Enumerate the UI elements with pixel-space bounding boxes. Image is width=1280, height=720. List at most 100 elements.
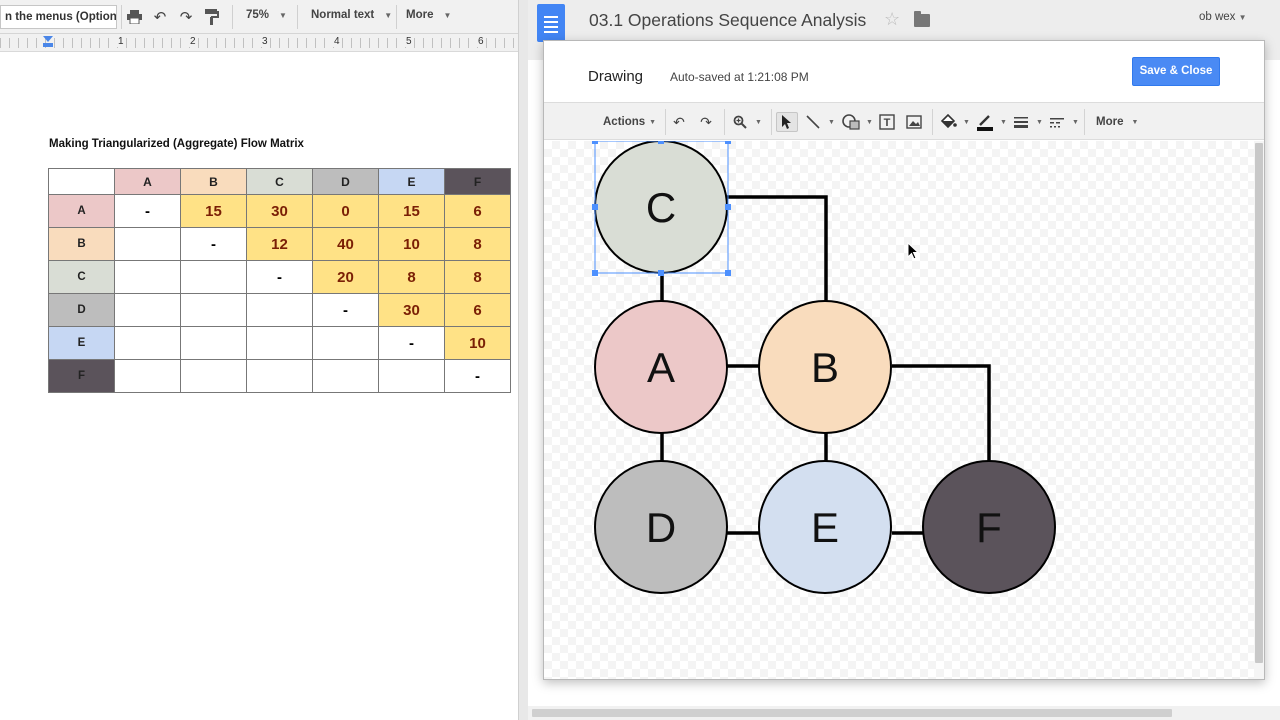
ruler[interactable]: 1 2 3 4 5 6 bbox=[0, 34, 528, 52]
flow-matrix-table: A B C D E F A - 15 30 0 15 6 B - 12 40 1… bbox=[48, 168, 511, 393]
autosave-status: Auto-saved at 1:21:08 PM bbox=[670, 70, 809, 84]
fill-color-icon[interactable] bbox=[937, 112, 959, 132]
account-menu[interactable]: ob wex ▼ bbox=[1199, 11, 1247, 23]
node-d[interactable]: D bbox=[594, 460, 728, 594]
matrix-cell bbox=[114, 293, 181, 327]
toolbar-separator bbox=[771, 109, 772, 135]
table-row: F - bbox=[48, 359, 511, 393]
scrollbar-thumb[interactable] bbox=[532, 709, 1172, 717]
actions-label: Actions bbox=[603, 116, 646, 128]
matrix-cell bbox=[114, 359, 181, 393]
search-menus-input[interactable]: n the menus (Option+ bbox=[0, 5, 117, 29]
ruler-number: 1 bbox=[117, 36, 125, 47]
chevron-down-icon[interactable]: ▼ bbox=[751, 113, 762, 131]
folder-icon[interactable] bbox=[914, 11, 930, 27]
toolbar-separator bbox=[724, 109, 725, 135]
connector-b-f[interactable] bbox=[892, 364, 991, 461]
first-line-indent-marker[interactable] bbox=[43, 43, 53, 47]
chevron-down-icon[interactable]: ▼ bbox=[1068, 113, 1079, 131]
chevron-down-icon[interactable]: ▼ bbox=[996, 113, 1007, 131]
style-select[interactable]: Normal text ▼ bbox=[311, 9, 392, 25]
line-icon[interactable] bbox=[802, 112, 824, 132]
document-title[interactable]: 03.1 Operations Sequence Analysis bbox=[589, 10, 866, 31]
matrix-cell: 8 bbox=[444, 227, 511, 261]
drawing-surface[interactable]: C A B D E F bbox=[544, 141, 1254, 679]
undo-icon[interactable]: ↶ bbox=[668, 112, 690, 132]
matrix-cell: - bbox=[114, 194, 181, 228]
toolbar-separator bbox=[232, 5, 233, 29]
paint-format-icon[interactable] bbox=[203, 8, 221, 26]
page-horizontal-scrollbar[interactable] bbox=[528, 706, 1280, 720]
column-header: E bbox=[378, 168, 445, 195]
chevron-down-icon[interactable]: ▼ bbox=[824, 113, 835, 131]
dialog-title: Drawing bbox=[588, 68, 644, 85]
redo-icon[interactable]: ↷ bbox=[695, 112, 717, 132]
matrix-cell bbox=[246, 326, 313, 360]
table-row: B - 12 40 10 8 bbox=[48, 227, 511, 261]
chevron-down-icon: ▼ bbox=[443, 11, 452, 20]
node-c[interactable]: C bbox=[594, 141, 728, 274]
line-weight-icon[interactable] bbox=[1010, 112, 1032, 132]
select-icon[interactable] bbox=[776, 112, 798, 132]
scrollbar-thumb[interactable] bbox=[1255, 143, 1263, 663]
node-f[interactable]: F bbox=[922, 460, 1056, 594]
column-header: F bbox=[444, 168, 511, 195]
chevron-down-icon[interactable]: ▼ bbox=[1032, 113, 1043, 131]
node-label: A bbox=[647, 344, 675, 391]
toolbar-separator bbox=[1084, 109, 1085, 135]
connector-c-b[interactable] bbox=[727, 195, 828, 301]
line-dash-icon[interactable] bbox=[1046, 112, 1068, 132]
image-icon[interactable] bbox=[903, 112, 925, 132]
node-label: F bbox=[976, 504, 1002, 551]
matrix-cell: 6 bbox=[444, 293, 511, 327]
zoom-select[interactable]: 75% ▼ bbox=[246, 9, 287, 25]
chevron-down-icon[interactable]: ▼ bbox=[862, 113, 873, 131]
redo-icon[interactable]: ↷ bbox=[177, 8, 195, 26]
document-pane: n the menus (Option+ ↶ ↷ 75% ▼ Normal tex… bbox=[0, 0, 528, 720]
actions-menu[interactable]: Actions ▼ bbox=[603, 113, 656, 131]
drawing-dialog: Drawing Auto-saved at 1:21:08 PM Save & … bbox=[543, 40, 1265, 680]
chevron-down-icon: ▼ bbox=[279, 11, 287, 20]
matrix-cell: 10 bbox=[378, 227, 445, 261]
matrix-cell: - bbox=[246, 260, 313, 294]
more-menu[interactable]: More ▼ bbox=[406, 9, 451, 25]
node-b[interactable]: B bbox=[758, 300, 892, 434]
toolbar-separator bbox=[121, 5, 122, 29]
table-row: C - 20 8 8 bbox=[48, 260, 511, 294]
matrix-cell: 40 bbox=[312, 227, 379, 261]
row-header: A bbox=[48, 194, 115, 228]
line-color-icon[interactable] bbox=[974, 112, 996, 132]
shape-icon[interactable] bbox=[840, 112, 862, 132]
svg-text:T: T bbox=[884, 117, 891, 129]
node-e[interactable]: E bbox=[758, 460, 892, 594]
node-label: E bbox=[811, 504, 839, 551]
zoom-icon[interactable] bbox=[729, 112, 751, 132]
column-header: D bbox=[312, 168, 379, 195]
star-icon[interactable]: ☆ bbox=[884, 9, 900, 30]
chevron-down-icon[interactable]: ▼ bbox=[959, 113, 970, 131]
matrix-cell: 20 bbox=[312, 260, 379, 294]
table-row: E - 10 bbox=[48, 326, 511, 360]
row-header: B bbox=[48, 227, 115, 261]
toolbar-separator bbox=[297, 5, 298, 29]
textbox-icon[interactable]: T bbox=[876, 112, 898, 132]
docs-home-icon[interactable] bbox=[537, 4, 565, 42]
matrix-cell: - bbox=[312, 293, 379, 327]
more-menu[interactable]: More ▼ bbox=[1096, 113, 1138, 131]
node-a[interactable]: A bbox=[594, 300, 728, 434]
node-label: D bbox=[646, 504, 676, 551]
ruler-number: 3 bbox=[261, 36, 269, 47]
indent-marker[interactable] bbox=[43, 36, 53, 42]
column-header: B bbox=[180, 168, 247, 195]
print-icon[interactable] bbox=[125, 8, 143, 26]
table-header-row: A B C D E F bbox=[48, 168, 511, 195]
matrix-cell bbox=[246, 359, 313, 393]
undo-icon[interactable]: ↶ bbox=[151, 8, 169, 26]
save-close-button[interactable]: Save & Close bbox=[1132, 57, 1220, 86]
matrix-cell bbox=[312, 359, 379, 393]
row-header: C bbox=[48, 260, 115, 294]
matrix-cell bbox=[180, 326, 247, 360]
canvas-vertical-scrollbar[interactable] bbox=[1254, 141, 1264, 679]
drawing-canvas[interactable]: C A B D E F bbox=[544, 141, 1254, 679]
matrix-cell bbox=[114, 326, 181, 360]
